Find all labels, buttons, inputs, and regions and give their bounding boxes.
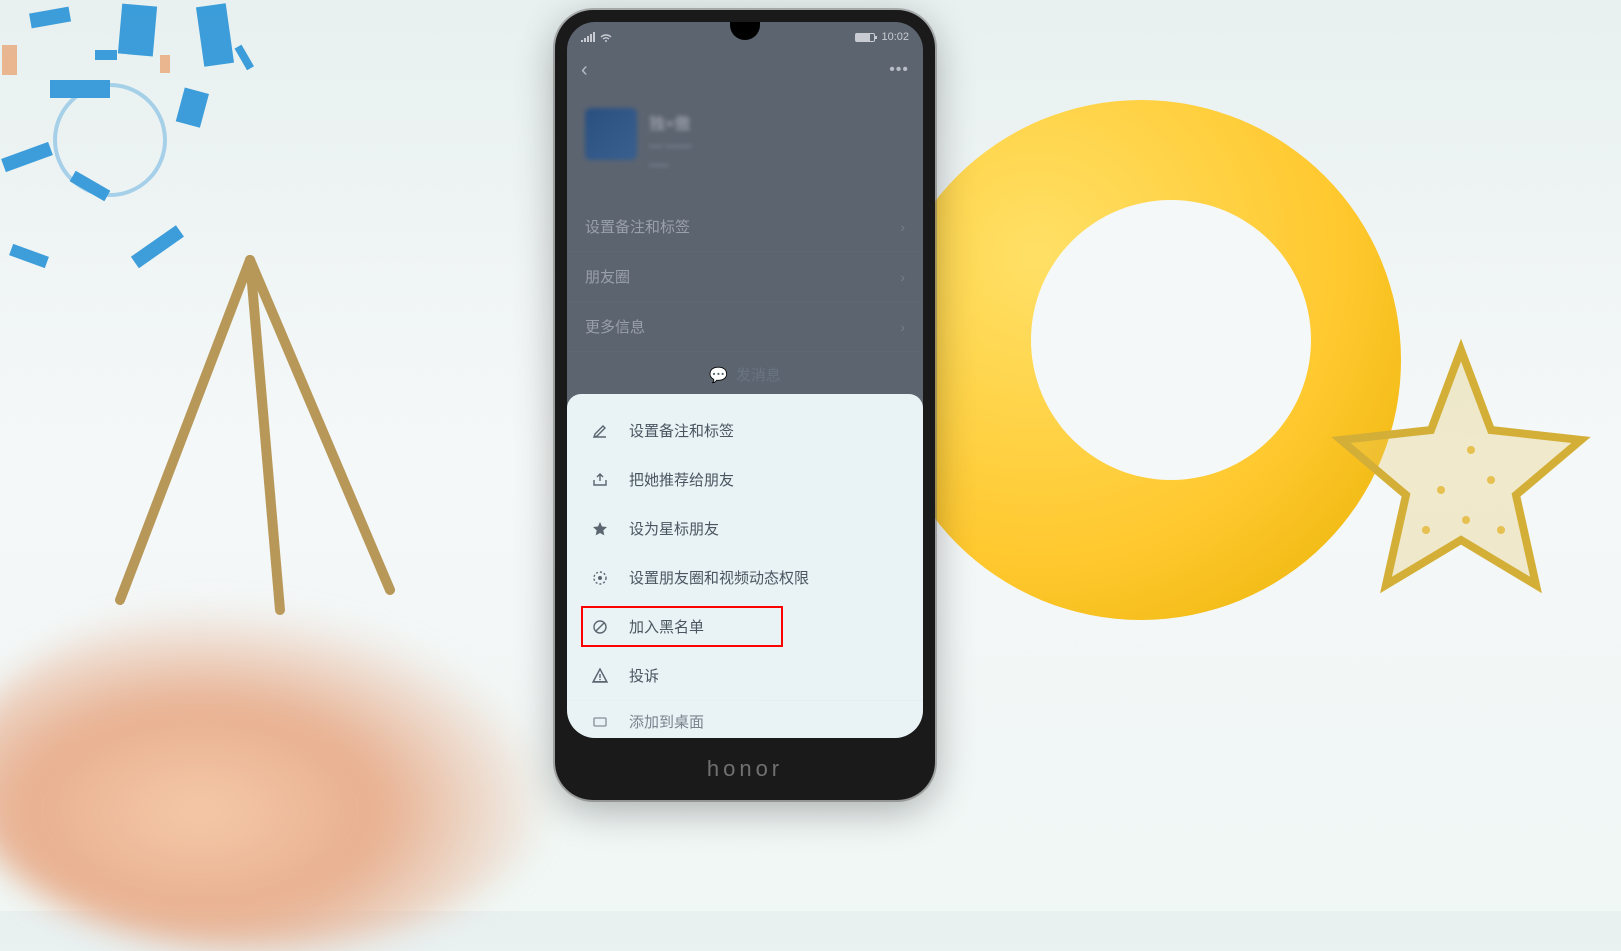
chat-icon: 💬 (709, 366, 728, 384)
background-tripod-decoration (90, 240, 410, 640)
profile-subtext-2: ━━━ (649, 159, 692, 172)
warning-icon (591, 667, 609, 685)
wifi-icon (599, 32, 613, 42)
sheet-row-complain[interactable]: 投诉 (567, 651, 923, 700)
chevron-right-icon: › (900, 219, 905, 235)
phone-brand-logo: honor (555, 756, 935, 782)
desktop-icon (591, 713, 609, 731)
sheet-row-star[interactable]: 设为星标朋友 (567, 504, 923, 553)
phone-frame: 10:02 ‹ ••• 独×傲 ━━ ━━━━ ━━━ 设置备注和标签 › (555, 10, 935, 800)
settings-more-label: 更多信息 (585, 316, 645, 337)
chevron-right-icon: › (900, 319, 905, 335)
sheet-complain-label: 投诉 (629, 665, 659, 686)
avatar[interactable] (585, 108, 637, 160)
share-icon (591, 471, 609, 489)
sheet-blacklist-label: 加入黑名单 (629, 616, 704, 637)
action-sheet: 设置备注和标签 把她推荐给朋友 设为星标朋友 设置朋友圈和视频动态权限 (567, 394, 923, 738)
background-star-decoration (1321, 320, 1601, 640)
profile-nickname: 独×傲 (649, 110, 692, 134)
edit-icon (591, 422, 609, 440)
sheet-row-privacy[interactable]: 设置朋友圈和视频动态权限 (567, 553, 923, 602)
send-message-label: 发消息 (736, 364, 781, 385)
sheet-recommend-label: 把她推荐给朋友 (629, 469, 734, 490)
sheet-privacy-label: 设置朋友圈和视频动态权限 (629, 567, 809, 588)
sheet-desktop-label: 添加到桌面 (629, 711, 704, 732)
battery-icon (855, 33, 875, 42)
background-hand (0, 601, 560, 951)
settings-remarks-label: 设置备注和标签 (585, 216, 690, 237)
more-icon[interactable]: ••• (889, 61, 909, 79)
sheet-row-recommend[interactable]: 把她推荐给朋友 (567, 455, 923, 504)
header-bar: ‹ ••• (567, 48, 923, 92)
back-icon[interactable]: ‹ (581, 59, 588, 82)
profile-section: 独×傲 ━━ ━━━━ ━━━ (567, 92, 923, 192)
star-icon (591, 520, 609, 538)
signal-icon (581, 32, 595, 42)
sheet-remarks-label: 设置备注和标签 (629, 420, 734, 441)
background-abstract-decoration (0, 0, 420, 320)
block-icon (591, 618, 609, 636)
settings-row-more[interactable]: 更多信息 › (567, 302, 923, 352)
chevron-right-icon: › (900, 269, 905, 285)
settings-moments-label: 朋友圈 (585, 266, 630, 287)
phone-screen: 10:02 ‹ ••• 独×傲 ━━ ━━━━ ━━━ 设置备注和标签 › (567, 22, 923, 738)
sheet-star-label: 设为星标朋友 (629, 518, 719, 539)
send-message-row[interactable]: 💬 发消息 (567, 352, 923, 397)
sheet-row-desktop-partial[interactable]: 添加到桌面 (567, 700, 923, 732)
settings-row-moments[interactable]: 朋友圈 › (567, 252, 923, 302)
profile-subtext: ━━ ━━━━ (649, 140, 692, 153)
settings-row-remarks[interactable]: 设置备注和标签 › (567, 202, 923, 252)
sheet-row-blacklist[interactable]: 加入黑名单 (567, 602, 923, 651)
status-time: 10:02 (881, 31, 909, 43)
settings-list: 设置备注和标签 › 朋友圈 › 更多信息 › 💬 发消息 (567, 202, 923, 397)
background-moon-decoration (881, 100, 1401, 620)
settings-icon (591, 569, 609, 587)
sheet-row-remarks[interactable]: 设置备注和标签 (567, 406, 923, 455)
